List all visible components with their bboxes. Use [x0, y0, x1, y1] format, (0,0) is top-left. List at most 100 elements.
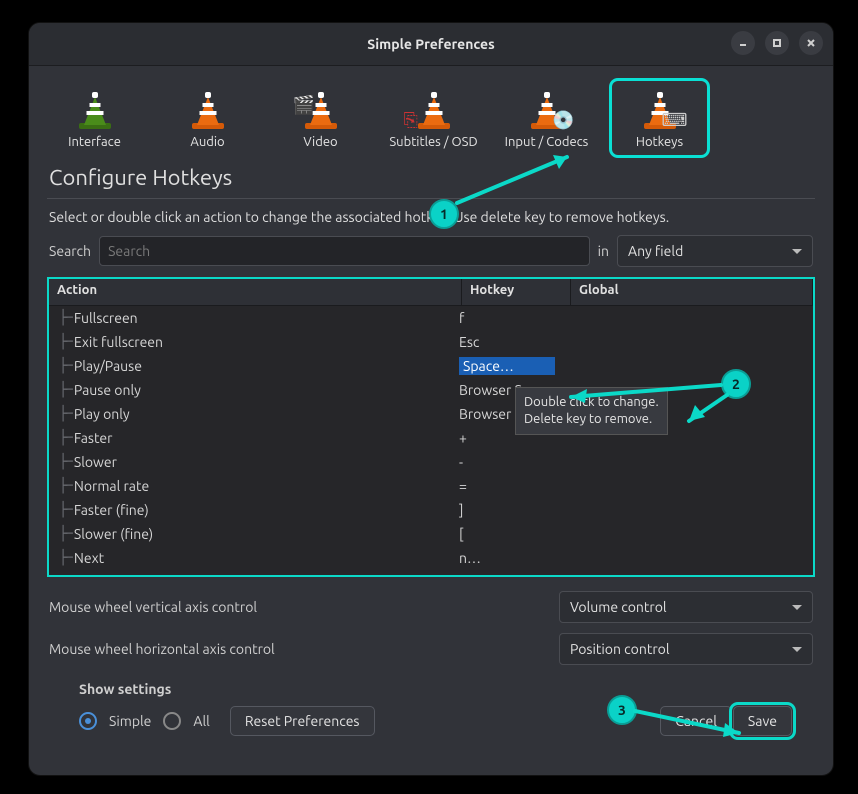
hotkey-text: Space… [459, 357, 555, 375]
select-value: Volume control [570, 599, 667, 615]
table-body: ├─Fullscreenf├─Exit fullscreenEsc├─Play/… [49, 306, 813, 570]
hotkey-cell[interactable]: [ [457, 526, 571, 542]
radio-all[interactable] [163, 712, 181, 730]
tree-branch-icon: ├─ [59, 526, 70, 542]
tree-branch-icon: ├─ [59, 334, 70, 350]
tab-audio[interactable]: Audio [160, 81, 255, 155]
mouse-h-label: Mouse wheel horizontal axis control [49, 641, 275, 657]
reset-button[interactable]: Reset Preferences [230, 706, 375, 736]
action-text: Slower [74, 454, 117, 470]
action-text: Faster [74, 430, 113, 446]
cone-icon [190, 89, 226, 129]
action-cell: ├─Pause only [49, 382, 457, 398]
action-text: Pause only [74, 382, 141, 398]
tab-interface[interactable]: Interface [47, 81, 142, 155]
hotkey-cell[interactable]: = [457, 478, 571, 494]
table-row[interactable]: ├─Play onlyBrowser P [49, 402, 813, 426]
divider [47, 198, 815, 199]
hotkey-text: - [459, 454, 463, 470]
table-row[interactable]: ├─Slower (fine)[ [49, 522, 813, 546]
tree-branch-icon: ├─ [59, 550, 70, 566]
tab-subtitles[interactable]: ⎘ Subtitles / OSD [386, 81, 481, 155]
instructions-text: Select or double click an action to chan… [29, 207, 833, 235]
col-action[interactable]: Action [49, 279, 462, 305]
col-global[interactable]: Global [571, 279, 813, 305]
footer: Simple All Reset Preferences Cancel Save [49, 705, 813, 751]
hotkey-cell[interactable]: Esc [457, 334, 571, 350]
action-cell: ├─Play/Pause [49, 358, 457, 374]
maximize-button[interactable] [765, 31, 789, 55]
hotkey-text: Esc [459, 334, 479, 350]
table-row[interactable]: ├─Exit fullscreenEsc [49, 330, 813, 354]
action-text: Fullscreen [74, 310, 138, 326]
show-settings-label: Show settings [49, 675, 813, 705]
action-text: Play only [74, 406, 130, 422]
save-button[interactable]: Save [733, 706, 792, 736]
table-row[interactable]: ├─Normal rate= [49, 474, 813, 498]
mouse-h-select[interactable]: Position control [559, 633, 813, 665]
tooltip-line: Delete key to remove. [524, 411, 659, 428]
hotkey-text: Browser S [459, 382, 522, 398]
table-row[interactable]: ├─Nextn… [49, 546, 813, 570]
tab-label: Video [303, 135, 337, 149]
tree-branch-icon: ├─ [59, 382, 70, 398]
action-cell: ├─Fullscreen [49, 310, 457, 326]
save-highlight: Save [732, 705, 793, 737]
search-input[interactable]: Search [99, 236, 590, 266]
tooltip-line: Double click to change. [524, 394, 659, 411]
table-row[interactable]: ├─Pause onlyBrowser S [49, 378, 813, 402]
mouse-horizontal-row: Mouse wheel horizontal axis control Posi… [49, 633, 813, 665]
table-row[interactable]: ├─Faster (fine)] [49, 498, 813, 522]
window-buttons [731, 31, 823, 55]
action-cell: ├─Normal rate [49, 478, 457, 494]
close-button[interactable] [799, 31, 823, 55]
title-bar: Simple Preferences [29, 23, 833, 66]
tab-label: Subtitles / OSD [389, 135, 477, 149]
cancel-button[interactable]: Cancel [660, 706, 732, 736]
table-header: Action Hotkey Global [49, 279, 813, 306]
action-text: Play/Pause [74, 358, 142, 374]
hotkey-cell[interactable]: f [457, 310, 571, 326]
action-cell: ├─Slower (fine) [49, 526, 457, 542]
hotkey-text: + [459, 430, 467, 446]
action-text: Slower (fine) [74, 526, 153, 542]
window-title: Simple Preferences [367, 36, 494, 52]
hotkey-cell[interactable]: n… [457, 550, 571, 566]
minimize-icon [738, 38, 748, 48]
preferences-window: Simple Preferences Interface [28, 22, 834, 776]
radio-simple[interactable] [79, 712, 97, 730]
hotkey-text: [ [459, 526, 463, 542]
action-text: Faster (fine) [74, 502, 149, 518]
col-hotkey[interactable]: Hotkey [462, 279, 571, 305]
mouse-v-select[interactable]: Volume control [559, 591, 813, 623]
table-row[interactable]: ├─Slower- [49, 450, 813, 474]
action-cell: ├─Slower [49, 454, 457, 470]
table-row[interactable]: ├─Fullscreenf [49, 306, 813, 330]
action-cell: ├─Exit fullscreen [49, 334, 457, 350]
tab-label: Audio [190, 135, 224, 149]
search-row: Search Search in Any field [29, 235, 833, 277]
tab-label: Hotkeys [636, 135, 683, 149]
hotkey-cell[interactable]: - [457, 454, 571, 470]
tab-hotkeys[interactable]: ⌨ Hotkeys [612, 81, 707, 155]
tree-branch-icon: ├─ [59, 430, 70, 446]
prefs-tab-bar: Interface Audio 🎬 Video ⎘ Subtitles / OS… [29, 65, 833, 157]
tab-input-codecs[interactable]: 💿 Input / Codecs [499, 81, 594, 155]
in-label: in [598, 243, 609, 259]
tab-video[interactable]: 🎬 Video [273, 81, 368, 155]
search-field-select[interactable]: Any field [617, 235, 813, 267]
hotkey-cell[interactable]: ] [457, 502, 571, 518]
hotkey-tooltip: Double click to change. Delete key to re… [515, 387, 668, 435]
table-row[interactable]: ├─Play/PauseSpace… [49, 354, 813, 378]
hotkey-text: = [459, 478, 467, 494]
hotkey-cell[interactable]: Space… [457, 357, 571, 375]
cone-icon: ⎘ [416, 89, 452, 129]
select-value: Any field [628, 243, 683, 259]
tree-branch-icon: ├─ [59, 502, 70, 518]
tree-branch-icon: ├─ [59, 454, 70, 470]
minimize-button[interactable] [731, 31, 755, 55]
tree-branch-icon: ├─ [59, 406, 70, 422]
section-heading: Configure Hotkeys [29, 157, 833, 194]
table-row[interactable]: ├─Faster + [49, 426, 813, 450]
action-cell: ├─Faster (fine) [49, 502, 457, 518]
